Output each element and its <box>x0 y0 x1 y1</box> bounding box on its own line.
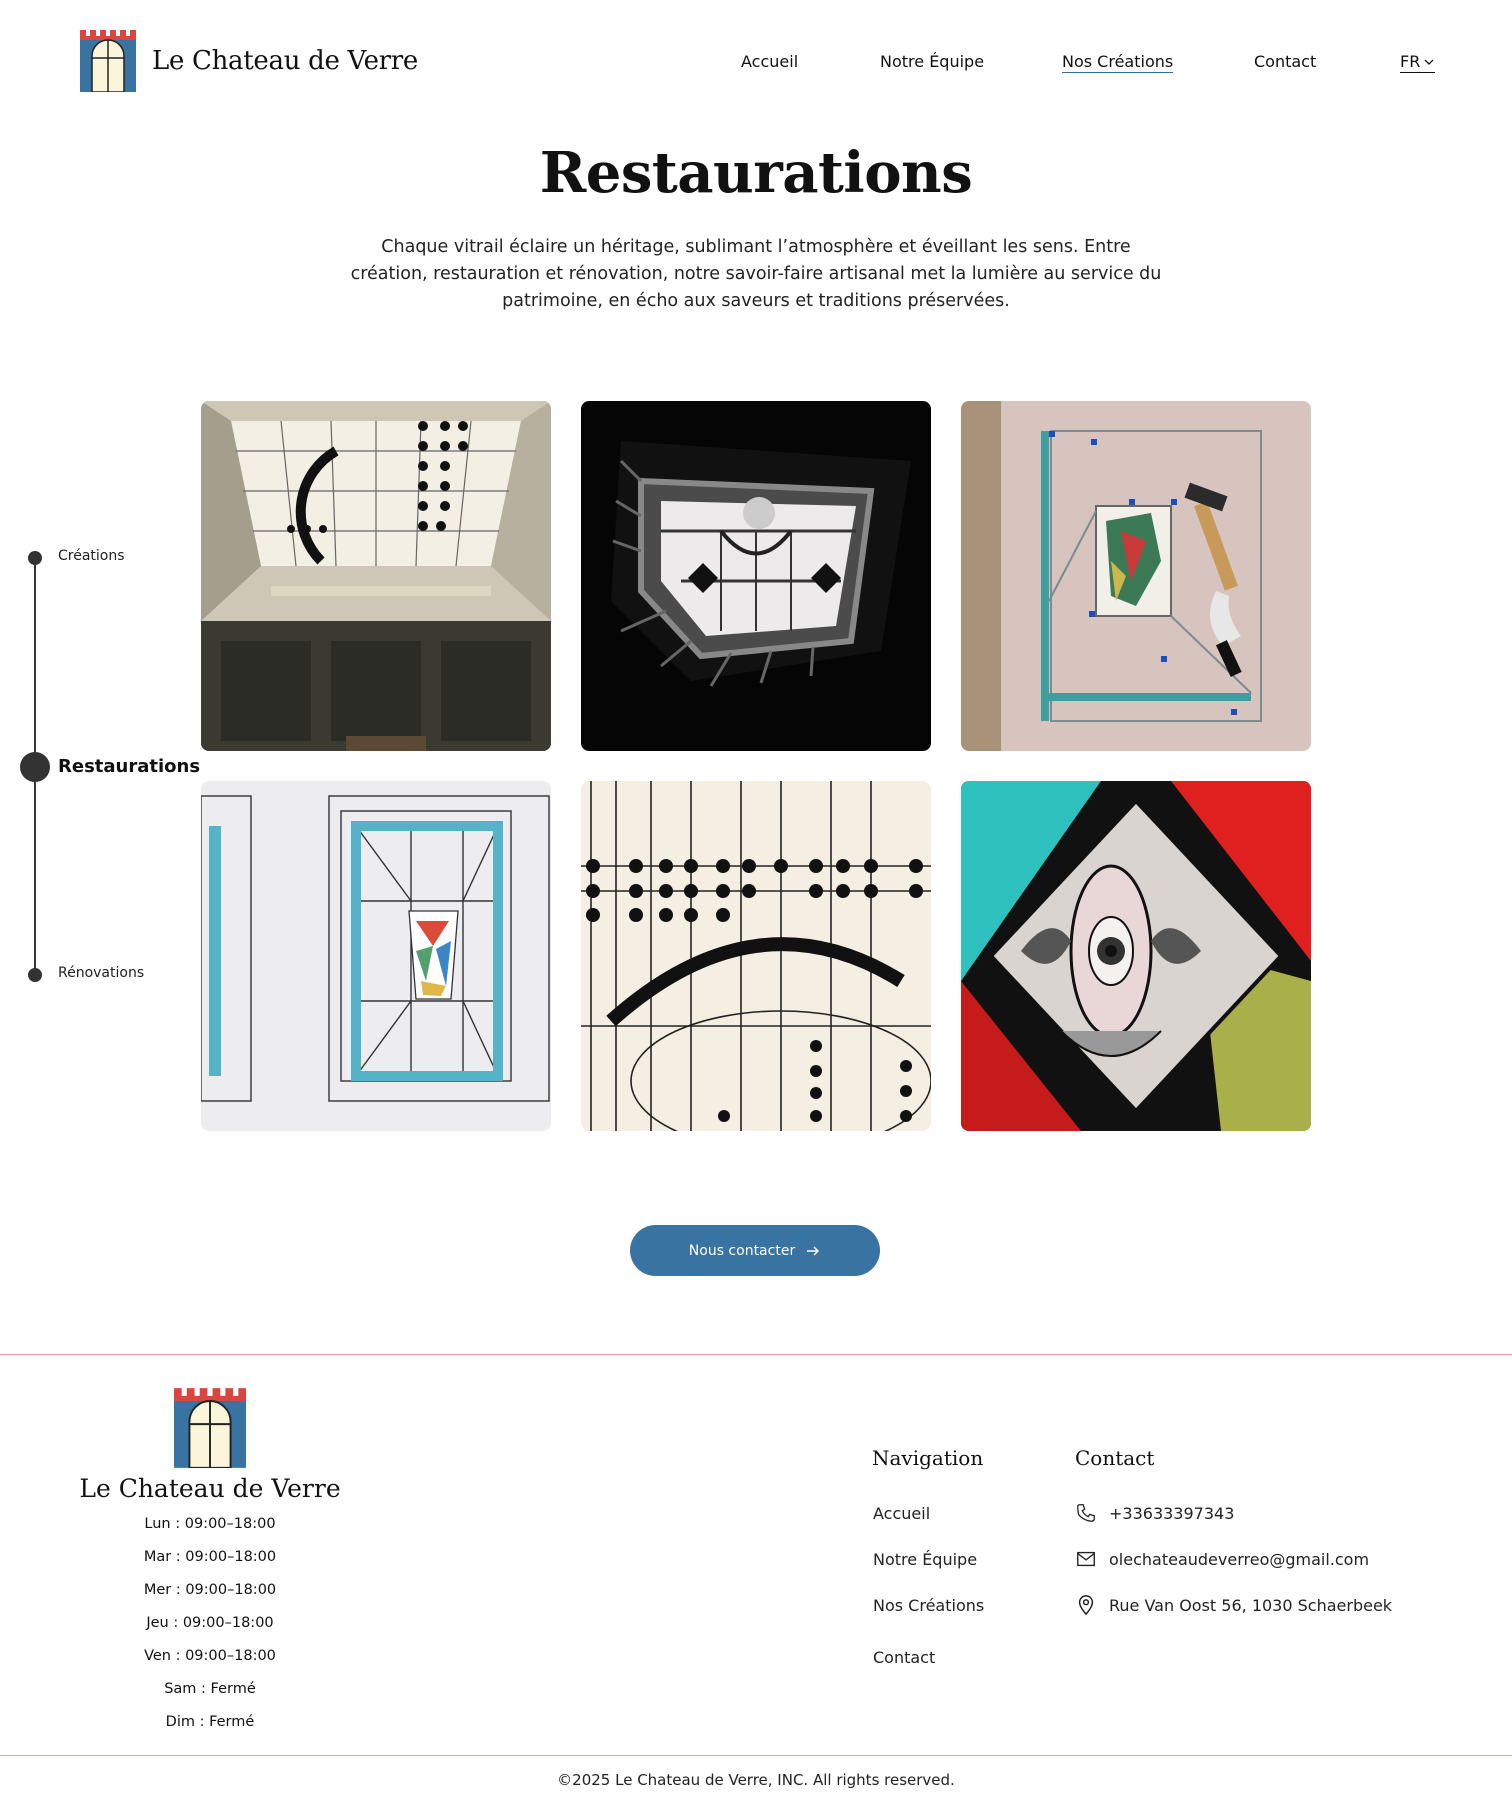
phone-icon <box>1077 1504 1095 1522</box>
arrow-right-icon <box>807 1246 820 1255</box>
footer-link-nos-creations[interactable]: Nos Créations <box>873 1596 984 1615</box>
footer-contact-title: Contact <box>1075 1446 1155 1470</box>
timeline-dot-restaurations[interactable] <box>20 752 50 782</box>
timeline-dot-creations[interactable] <box>28 551 42 565</box>
page-intro: Chaque vitrail éclaire un héritage, subl… <box>350 237 1162 311</box>
contact-button-label: Nous contacter <box>688 1242 796 1259</box>
mail-icon <box>1077 1551 1095 1567</box>
footer-phone[interactable]: +33633397343 <box>1075 1502 1234 1524</box>
chevron-down-icon <box>1424 59 1434 65</box>
footer-link-contact[interactable]: Contact <box>873 1648 935 1667</box>
main-nav: Accueil Notre Équipe Nos Créations Conta… <box>0 52 1512 76</box>
painted-glass-eye-image <box>961 781 1311 1131</box>
copyright: ©2025 Le Chateau de Verre, INC. All righ… <box>557 1771 955 1789</box>
timeline-item-renovations[interactable]: Rénovations <box>58 965 144 981</box>
language-label: FR <box>1400 52 1421 71</box>
stained-glass-sketch-image <box>201 781 551 1131</box>
nav-accueil[interactable]: Accueil <box>741 52 798 71</box>
page-title: Restaurations <box>539 140 973 206</box>
footer-phone-text: +33633397343 <box>1109 1503 1235 1523</box>
geometric-glass-detail-image <box>581 781 931 1131</box>
timeline-dot-renovations[interactable] <box>28 968 42 982</box>
hours-sunday: Dim : Fermé <box>165 1714 255 1730</box>
language-selector[interactable]: FR <box>1400 52 1436 73</box>
location-pin-icon <box>1078 1595 1094 1616</box>
contact-button[interactable]: Nous contacter <box>630 1225 880 1276</box>
hours-monday: Lun : 09:00–18:00 <box>144 1516 276 1532</box>
opening-hours: Lun : 09:00–18:00 Mar : 09:00–18:00 Mer … <box>60 1508 360 1739</box>
timeline-item-restaurations[interactable]: Restaurations <box>58 756 200 777</box>
hours-wednesday: Mer : 09:00–18:00 <box>143 1582 277 1598</box>
timeline-item-creations[interactable]: Créations <box>58 548 125 564</box>
footer-link-accueil[interactable]: Accueil <box>873 1504 930 1523</box>
hours-friday: Ven : 09:00–18:00 <box>144 1648 276 1664</box>
nav-notre-equipe[interactable]: Notre Équipe <box>880 52 984 71</box>
footer-address[interactable]: Rue Van Oost 56, 1030 Schaerbeek <box>1075 1594 1392 1616</box>
footer-navigation-title: Navigation <box>872 1446 984 1470</box>
castle-logo-icon <box>174 1388 246 1468</box>
stairwell-skylight-image <box>581 401 931 751</box>
nav-contact[interactable]: Contact <box>1254 52 1316 71</box>
footer-brand-name: Le Chateau de Verre <box>79 1474 341 1503</box>
hours-saturday: Sam : Fermé <box>164 1681 256 1697</box>
gallery-image-ceiling[interactable] <box>201 401 551 751</box>
footer-link-notre-equipe[interactable]: Notre Équipe <box>873 1550 977 1569</box>
gallery-image-painted-eye[interactable] <box>961 781 1311 1131</box>
footer-email[interactable]: olechateaudeverreo@gmail.com <box>1075 1548 1369 1570</box>
gallery-image-stairwell[interactable] <box>581 401 931 751</box>
nav-nos-creations[interactable]: Nos Créations <box>1062 52 1174 73</box>
footer-brand[interactable]: Le Chateau de Verre <box>60 1388 360 1503</box>
gallery-image-geometric[interactable] <box>581 781 931 1131</box>
workbench-restoration-image <box>961 401 1311 751</box>
footer-email-text: olechateaudeverreo@gmail.com <box>1109 1549 1370 1569</box>
hours-thursday: Jeu : 09:00–18:00 <box>146 1615 274 1631</box>
gallery-image-sketch[interactable] <box>201 781 551 1131</box>
footer-address-text: Rue Van Oost 56, 1030 Schaerbeek <box>1109 1595 1393 1615</box>
footer-divider-bottom <box>0 1755 1512 1756</box>
hours-tuesday: Mar : 09:00–18:00 <box>143 1549 277 1565</box>
gallery-image-workbench[interactable] <box>961 401 1311 751</box>
stained-glass-ceiling-image <box>201 401 551 751</box>
footer-divider-top <box>0 1354 1512 1355</box>
site-header: Le Chateau de Verre Accueil Notre Équipe… <box>0 0 1512 125</box>
